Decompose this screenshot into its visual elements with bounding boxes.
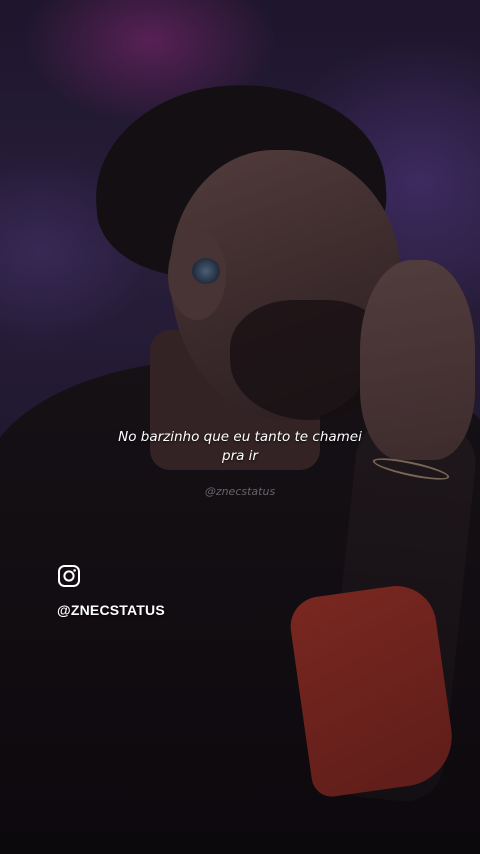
watermark-text: @znecstatus [204,485,276,498]
instagram-handle[interactable]: @ZNECSTATUS [57,602,165,618]
lyric-caption: No barzinho que eu tanto te chamei pra i… [0,428,480,466]
instagram-icon[interactable] [57,564,81,588]
video-frame: No barzinho que eu tanto te chamei pra i… [0,0,480,854]
lyric-line-2: pra ir [222,448,258,464]
lyric-line-1: No barzinho que eu tanto te chamei [118,429,362,445]
singer-photo [0,0,480,854]
dark-overlay [0,0,480,854]
